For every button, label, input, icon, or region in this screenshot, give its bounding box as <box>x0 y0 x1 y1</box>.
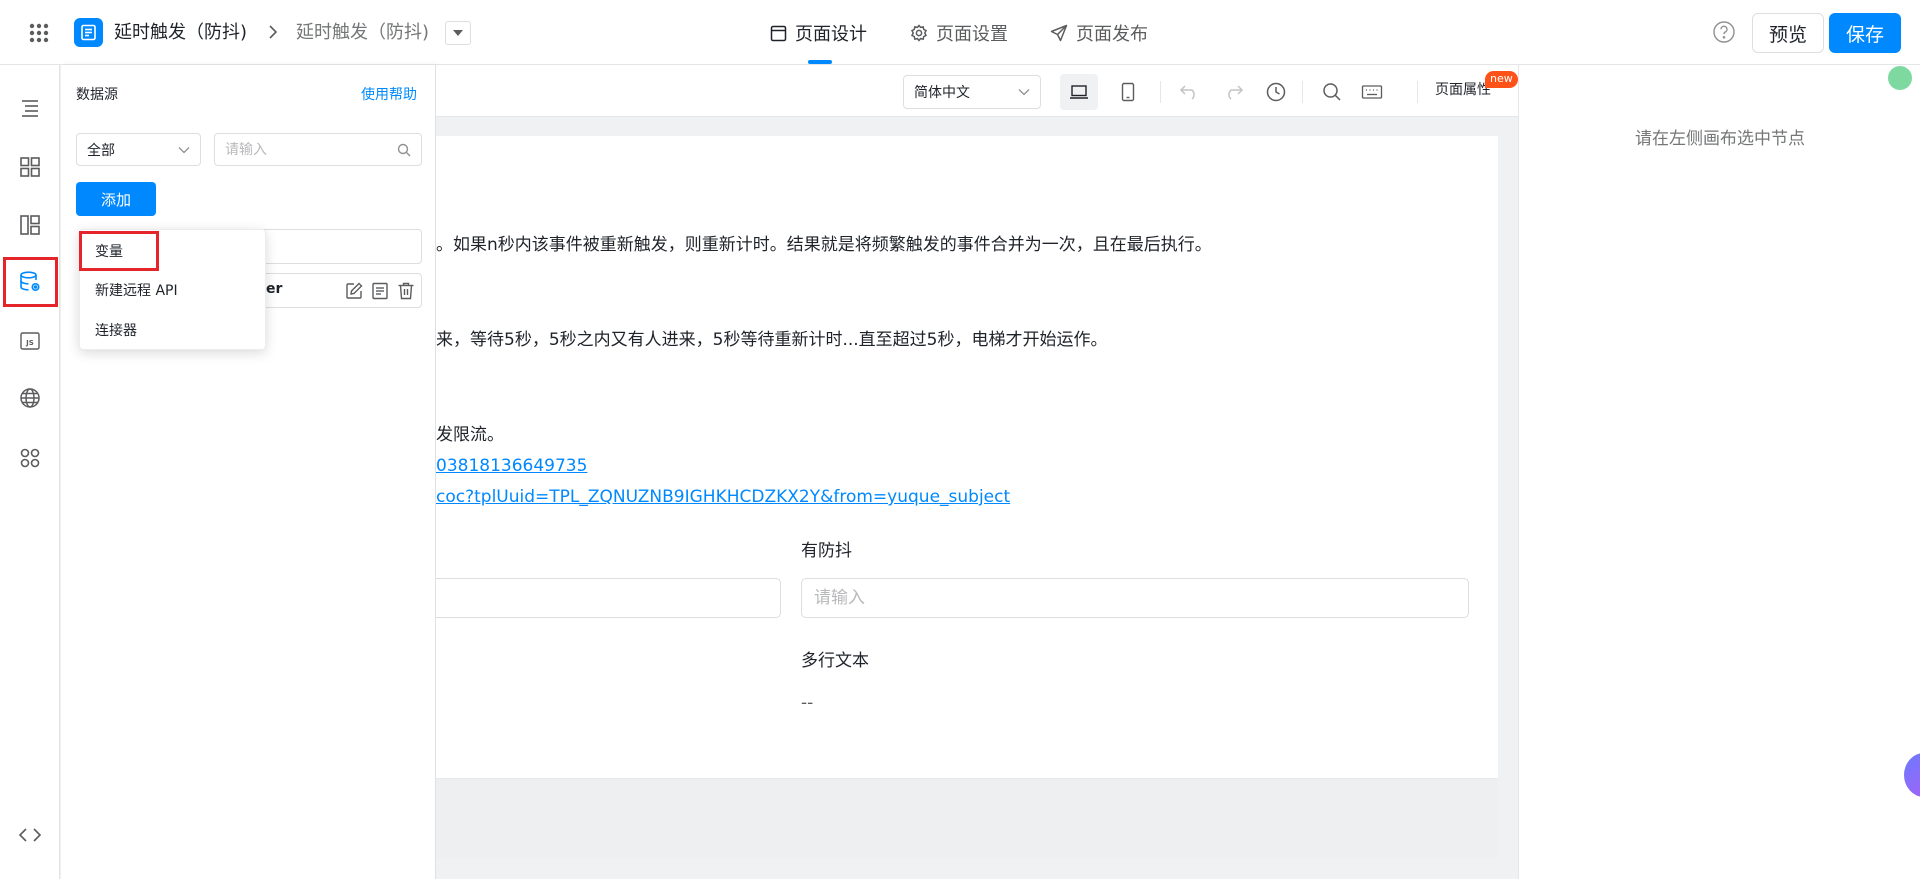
chevron-down-icon <box>178 146 190 153</box>
undo-icon[interactable] <box>1174 76 1206 108</box>
app-logo-icon <box>74 18 103 47</box>
variable-highlight-box <box>79 231 159 271</box>
preview-button[interactable]: 预览 <box>1752 13 1824 53</box>
code-icon[interactable] <box>0 812 60 858</box>
description-line-1: 。如果n秒内该事件被重新触发，则重新计时。结果就是将频繁触发的事件合并为一次，且… <box>436 235 1212 255</box>
history-icon[interactable] <box>1260 76 1292 108</box>
menu-item-connector[interactable]: 连接器 <box>80 311 267 349</box>
tab-page-design[interactable]: 页面设计 <box>770 14 867 52</box>
caret-down-icon <box>453 30 463 36</box>
multiline-field-label: 多行文本 <box>801 651 869 671</box>
phone-icon <box>1121 82 1135 102</box>
add-button[interactable]: 添加 <box>76 182 156 216</box>
page-properties-button[interactable]: 页面属性 <box>1435 80 1491 100</box>
empty-selection-hint: 请在左侧画布选中节点 <box>1635 129 1805 149</box>
tab-page-settings[interactable]: 页面设置 <box>910 14 1008 52</box>
datasource-highlight-box <box>3 257 58 307</box>
design-canvas[interactable]: 。如果n秒内该事件被重新触发，则重新计时。结果就是将频繁触发的事件合并为一次，且… <box>436 117 1518 879</box>
laptop-icon <box>1070 85 1088 99</box>
reference-link-1[interactable]: 03818136649735 <box>436 454 587 478</box>
left-rail: JS <box>0 65 60 879</box>
components-icon[interactable] <box>0 144 60 190</box>
page-switch-dropdown[interactable] <box>445 21 471 45</box>
page-canvas-card[interactable]: 。如果n秒内该事件被重新触发，则重新计时。结果就是将频繁触发的事件合并为一次，且… <box>436 136 1498 778</box>
multiline-field-value: -- <box>801 693 814 713</box>
active-tab-indicator <box>808 60 832 64</box>
chevron-down-icon <box>1018 89 1030 96</box>
datasource-row[interactable] <box>261 229 422 264</box>
tab-page-publish[interactable]: 页面发布 <box>1050 14 1148 52</box>
status-dot <box>1888 66 1912 90</box>
row-actions <box>344 281 416 301</box>
desktop-view-button[interactable] <box>1060 74 1098 110</box>
language-select[interactable]: 简体中文 <box>903 75 1041 109</box>
menu-item-remote-api[interactable]: 新建远程 API <box>80 271 267 309</box>
breadcrumb-separator-icon <box>266 22 280 42</box>
apps-grid-icon[interactable] <box>24 18 54 48</box>
top-bar: 延时触发（防抖) 延时触发（防抖) 页面设计 页面设置 页面发布 预览 保存 <box>0 0 1920 65</box>
outline-icon[interactable] <box>0 85 60 131</box>
help-link[interactable]: 使用帮助 <box>361 85 417 105</box>
app-name[interactable]: 延时触发（防抖) <box>114 19 247 46</box>
no-debounce-input[interactable] <box>436 578 781 618</box>
tab-label: 页面发布 <box>1076 24 1148 45</box>
copy-icon[interactable] <box>370 281 390 301</box>
description-line-3: 发限流。 <box>436 425 504 445</box>
datasource-panel: 数据源 使用帮助 全部 添加 er 变量 新建远程 API 连接器 <box>61 65 436 879</box>
add-dropdown-menu: 变量 新建远程 API 连接器 <box>79 229 266 350</box>
gear-icon <box>910 24 928 42</box>
keyboard-icon[interactable] <box>1356 76 1388 108</box>
layout-icon <box>770 25 787 41</box>
search-input[interactable] <box>225 141 397 158</box>
redo-icon[interactable] <box>1217 76 1249 108</box>
mobile-view-button[interactable] <box>1109 74 1147 110</box>
datasource-row-name: er <box>266 281 283 297</box>
reference-link-2[interactable]: coc?tplUuid=TPL_ZQNUZNB9IGHKHCDZKX2Y&fro… <box>436 485 1010 509</box>
help-icon[interactable] <box>1712 20 1736 44</box>
search-icon[interactable] <box>1316 76 1348 108</box>
globe-icon[interactable] <box>0 375 60 421</box>
plugins-icon[interactable] <box>0 435 60 481</box>
type-filter-select[interactable]: 全部 <box>76 133 201 166</box>
tab-label: 页面设计 <box>795 24 867 45</box>
language-value: 简体中文 <box>914 85 970 101</box>
templates-icon[interactable] <box>0 202 60 248</box>
breadcrumb-page[interactable]: 延时触发（防抖) <box>296 19 429 46</box>
description-line-2: 来，等待5秒，5秒之内又有人进来，5秒等待重新计时...直至超过5秒，电梯才开始… <box>436 330 1108 350</box>
panel-title: 数据源 <box>76 87 118 103</box>
edit-icon[interactable] <box>344 281 364 301</box>
debounce-input[interactable] <box>801 578 1469 618</box>
new-badge: new <box>1485 71 1518 88</box>
canvas-bottom-area <box>436 778 1498 858</box>
canvas-toolbar: 简体中文 页面属性 new <box>436 65 1518 117</box>
search-icon <box>397 143 411 156</box>
tab-label: 页面设置 <box>936 24 1008 45</box>
properties-panel: 请在左侧画布选中节点 <box>1518 65 1920 879</box>
js-icon[interactable]: JS <box>0 318 60 364</box>
delete-icon[interactable] <box>396 281 416 301</box>
debounce-field-label: 有防抖 <box>801 541 852 561</box>
filter-value: 全部 <box>87 142 115 159</box>
send-icon <box>1050 24 1068 42</box>
save-button[interactable]: 保存 <box>1829 13 1901 53</box>
svg-text:JS: JS <box>25 339 34 347</box>
search-box <box>214 133 422 166</box>
